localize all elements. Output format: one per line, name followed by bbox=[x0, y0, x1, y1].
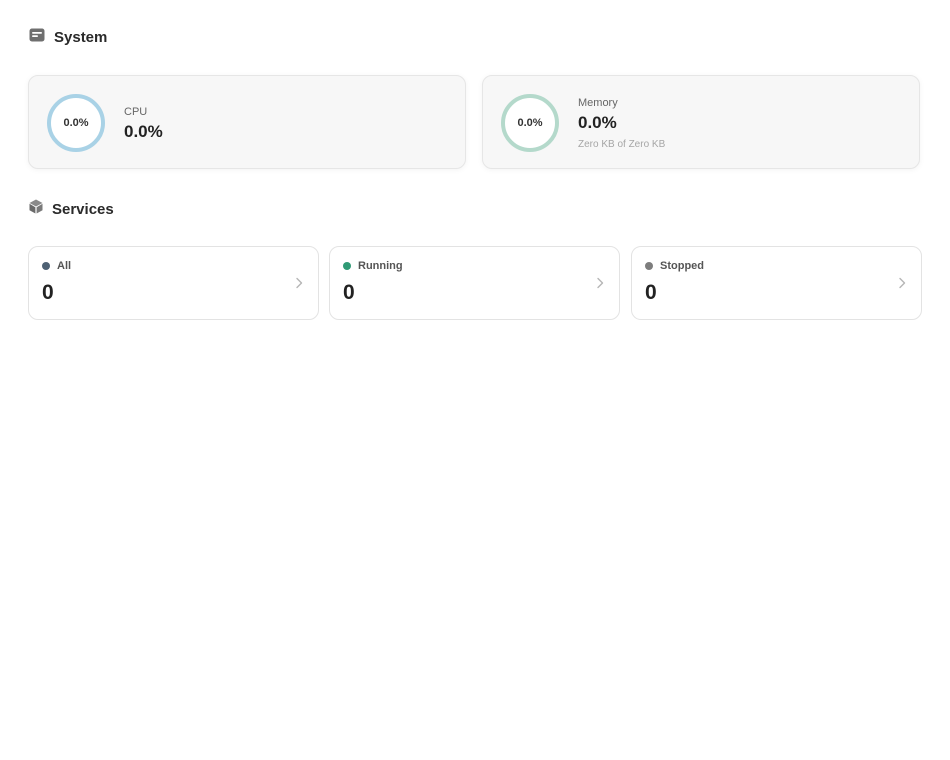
memory-detail: Zero KB of Zero KB bbox=[578, 139, 666, 150]
memory-stat-text: Memory 0.0% Zero KB of Zero KB bbox=[578, 96, 665, 152]
services-section-header: Services bbox=[29, 199, 114, 219]
memory-card: 0.0% Memory 0.0% Zero KB of Zero KB bbox=[482, 75, 920, 169]
system-window-icon bbox=[29, 28, 45, 47]
services-all-label: All bbox=[57, 260, 72, 272]
chevron-right-icon bbox=[899, 277, 906, 289]
services-all-count: 0 bbox=[42, 281, 54, 304]
memory-value: 0.0% bbox=[578, 113, 617, 132]
memory-ring-label: 0.0% bbox=[517, 117, 543, 129]
cpu-value: 0.0% bbox=[124, 122, 163, 141]
cpu-usage-ring: 0.0% bbox=[46, 93, 106, 153]
services-all-card[interactable]: All 0 bbox=[28, 246, 319, 320]
services-stopped-label: Stopped bbox=[660, 260, 704, 272]
memory-usage-ring: 0.0% bbox=[500, 93, 560, 153]
services-stopped-head: Stopped bbox=[645, 260, 704, 272]
status-dot-running bbox=[343, 262, 351, 270]
cpu-ring-label: 0.0% bbox=[63, 117, 89, 129]
cube-icon bbox=[29, 199, 43, 219]
services-running-label: Running bbox=[358, 260, 403, 272]
status-dot-stopped bbox=[645, 262, 653, 270]
chevron-right-icon bbox=[296, 277, 303, 289]
status-dot-all bbox=[42, 262, 50, 270]
cpu-stat-text: CPU 0.0% bbox=[124, 105, 163, 144]
dashboard-page: System 0.0% CPU 0.0% 0.0% Memory 0.0% Ze… bbox=[0, 0, 950, 760]
services-running-count: 0 bbox=[343, 281, 355, 304]
system-title: System bbox=[54, 29, 108, 46]
cpu-label: CPU bbox=[124, 106, 148, 118]
services-stopped-card[interactable]: Stopped 0 bbox=[631, 246, 922, 320]
services-title: Services bbox=[52, 200, 114, 218]
memory-label: Memory bbox=[578, 97, 618, 109]
chevron-right-icon bbox=[597, 277, 604, 289]
services-running-card[interactable]: Running 0 bbox=[329, 246, 620, 320]
cpu-card: 0.0% CPU 0.0% bbox=[28, 75, 466, 169]
services-running-head: Running bbox=[343, 260, 403, 272]
services-all-head: All bbox=[42, 260, 71, 272]
system-section-header: System bbox=[29, 28, 107, 47]
services-stopped-count: 0 bbox=[645, 281, 657, 304]
